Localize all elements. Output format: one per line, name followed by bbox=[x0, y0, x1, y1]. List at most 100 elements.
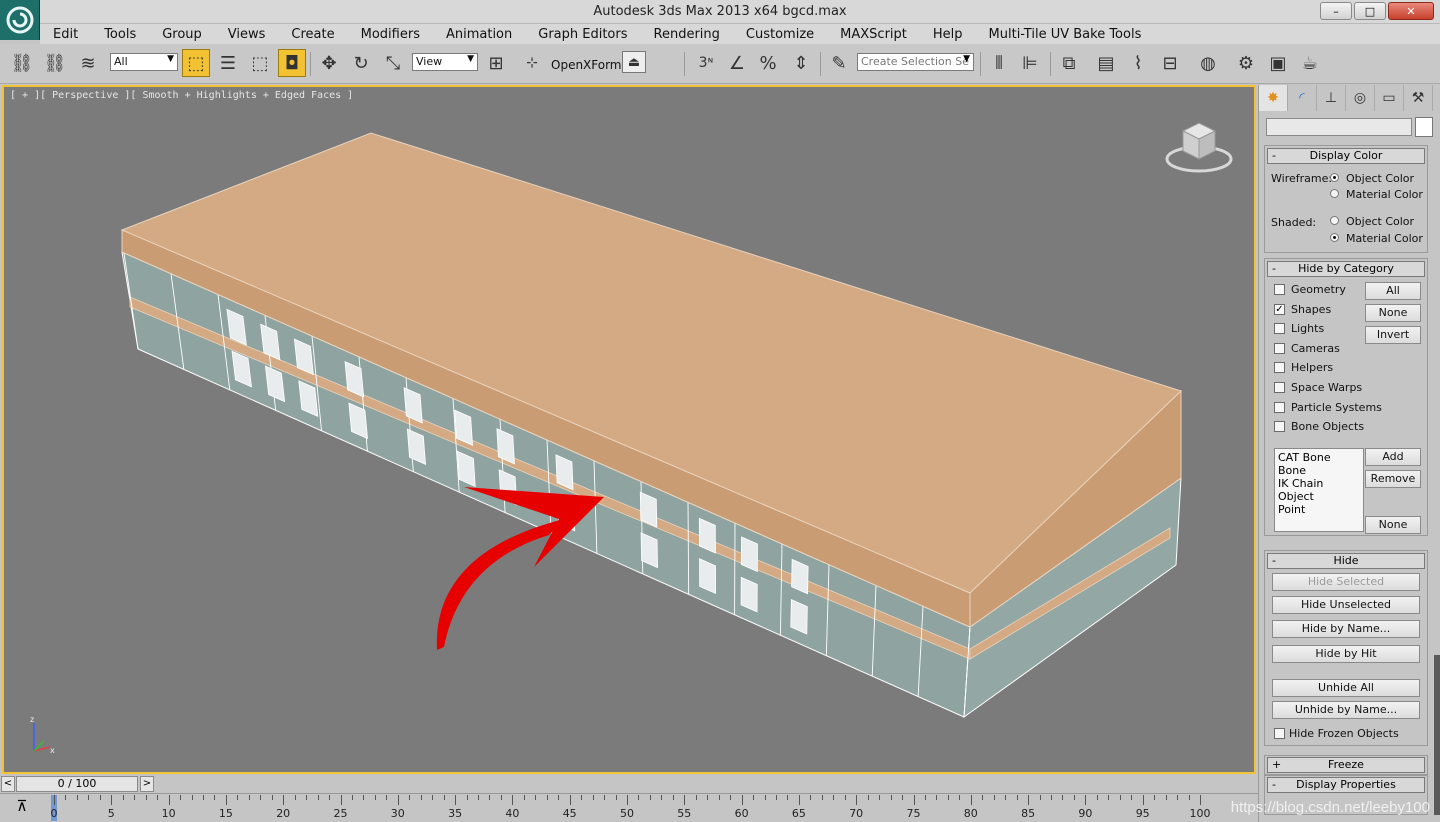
move-icon[interactable]: ✥ bbox=[315, 49, 343, 77]
minimize-button[interactable]: – bbox=[1320, 2, 1352, 20]
bind-spacewarp-icon[interactable]: ≋ bbox=[74, 49, 102, 77]
menu-tools[interactable]: Tools bbox=[91, 27, 149, 42]
menu-group[interactable]: Group bbox=[149, 27, 215, 42]
category-cameras-checkbox[interactable] bbox=[1274, 342, 1285, 354]
create-tab-icon[interactable]: ✸ bbox=[1259, 85, 1288, 111]
category-lights-checkbox[interactable] bbox=[1274, 323, 1285, 335]
shaded-material-color-radio[interactable] bbox=[1330, 233, 1339, 242]
category-geometry-checkbox[interactable] bbox=[1274, 284, 1285, 295]
ref-coord-dropdown[interactable]: View ▼ bbox=[412, 53, 478, 71]
category-geometry-label[interactable]: Geometry bbox=[1291, 283, 1346, 296]
track-bar[interactable]: 0 5 10 15 20 25 30 35 40 45 50 55 60 65 70 75 80 85 90 95 10… bbox=[0, 793, 1258, 822]
perspective-viewport[interactable]: z x [ + ][ Perspective ][ Smooth + Highl… bbox=[2, 85, 1256, 774]
freeze-header[interactable]: + Freeze bbox=[1267, 757, 1425, 773]
unhide-by-name-button[interactable]: Unhide by Name... bbox=[1272, 701, 1420, 719]
hide-by-hit-button[interactable]: Hide by Hit bbox=[1272, 645, 1420, 663]
bone-list-item[interactable]: Point bbox=[1278, 503, 1360, 516]
time-slider-thumb[interactable]: 0 / 100 bbox=[16, 776, 138, 792]
shaded-object-color-label[interactable]: Object Color bbox=[1346, 215, 1414, 228]
shaded-object-color-radio[interactable] bbox=[1330, 216, 1339, 225]
spinner-snap-icon[interactable]: ⇕ bbox=[787, 49, 815, 77]
category-helpers-label[interactable]: Helpers bbox=[1291, 361, 1333, 374]
maximize-button[interactable]: □ bbox=[1354, 2, 1386, 20]
hide-by-name-button[interactable]: Hide by Name... bbox=[1272, 620, 1420, 638]
hide-unselected-button[interactable]: Hide Unselected bbox=[1272, 596, 1420, 614]
category-bone-objects-checkbox[interactable] bbox=[1274, 421, 1285, 433]
time-prev-button[interactable]: < bbox=[1, 776, 15, 792]
hide-by-category-header[interactable]: - Hide by Category bbox=[1267, 261, 1425, 277]
select-object-icon[interactable]: ⬚ bbox=[182, 49, 210, 77]
bone-list-item[interactable]: Bone bbox=[1278, 464, 1360, 477]
category-space-warps-label[interactable]: Space Warps bbox=[1291, 381, 1362, 394]
menu-create[interactable]: Create bbox=[278, 27, 347, 42]
menu-maxscript[interactable]: MAXScript bbox=[827, 27, 920, 42]
hierarchy-tab-icon[interactable]: ⊥ bbox=[1317, 85, 1346, 111]
curve-editor-icon[interactable]: ⌇ bbox=[1124, 49, 1152, 77]
snap-3-icon[interactable]: 3ᶰ bbox=[692, 49, 720, 77]
mini-curve-editor-icon[interactable]: ⊼ bbox=[8, 797, 36, 819]
list-remove-button[interactable]: Remove bbox=[1365, 470, 1421, 488]
hide-selected-button[interactable]: Hide Selected bbox=[1272, 573, 1420, 591]
menu-modifiers[interactable]: Modifiers bbox=[348, 27, 433, 42]
menu-customize[interactable]: Customize bbox=[733, 27, 827, 42]
list-add-button[interactable]: Add bbox=[1365, 448, 1421, 466]
wireframe-material-color-label[interactable]: Material Color bbox=[1346, 188, 1423, 201]
category-shapes-label[interactable]: Shapes bbox=[1291, 303, 1331, 316]
scale-icon[interactable]: ⤡ bbox=[379, 49, 407, 77]
object-name-field[interactable] bbox=[1266, 118, 1412, 136]
rect-selection-icon[interactable]: ⬚ bbox=[246, 49, 274, 77]
menu-multi-tile-uv-bake-tools[interactable]: Multi-Tile UV Bake Tools bbox=[976, 27, 1155, 42]
menu-views[interactable]: Views bbox=[215, 27, 279, 42]
menu-edit[interactable]: Edit bbox=[40, 27, 91, 42]
openxformer-icon[interactable]: ⊹ bbox=[518, 49, 546, 77]
angle-snap-icon[interactable]: ∠ bbox=[723, 49, 751, 77]
close-button[interactable]: ✕ bbox=[1388, 2, 1434, 20]
pivot-icon[interactable]: ⊞ bbox=[482, 49, 510, 77]
menu-graph-editors[interactable]: Graph Editors bbox=[525, 27, 640, 42]
hide-frozen-checkbox[interactable] bbox=[1274, 728, 1285, 739]
modify-tab-icon[interactable]: ◜ bbox=[1288, 85, 1317, 111]
menu-rendering[interactable]: Rendering bbox=[641, 27, 733, 42]
category-shapes-checkbox[interactable]: ✓ bbox=[1274, 303, 1285, 315]
openxformer-button-icon[interactable]: ⏏ bbox=[622, 51, 646, 73]
named-selection-dropdown[interactable]: Create Selection Se ▼ bbox=[857, 53, 974, 71]
wireframe-object-color-radio[interactable] bbox=[1330, 173, 1339, 182]
bone-list-item[interactable]: CAT Bone bbox=[1278, 451, 1360, 464]
category-none-button[interactable]: None bbox=[1365, 304, 1421, 322]
menu-animation[interactable]: Animation bbox=[433, 27, 525, 42]
hide-header[interactable]: - Hide bbox=[1267, 553, 1425, 569]
bone-list-item[interactable]: IK Chain Object bbox=[1278, 477, 1360, 503]
motion-tab-icon[interactable]: ◎ bbox=[1346, 85, 1375, 111]
display-color-header[interactable]: - Display Color bbox=[1267, 148, 1425, 164]
wireframe-material-color-radio[interactable] bbox=[1330, 189, 1339, 198]
app-logo-icon[interactable] bbox=[0, 0, 40, 40]
category-lights-label[interactable]: Lights bbox=[1291, 322, 1324, 335]
category-space-warps-checkbox[interactable] bbox=[1274, 382, 1285, 393]
display-properties-header[interactable]: - Display Properties bbox=[1267, 777, 1425, 793]
display-tab-icon[interactable]: ▭ bbox=[1375, 85, 1404, 111]
align-icon[interactable]: ⊫ bbox=[1016, 49, 1044, 77]
unhide-all-button[interactable]: Unhide All bbox=[1272, 679, 1420, 697]
category-bone-objects-label[interactable]: Bone Objects bbox=[1291, 420, 1364, 433]
time-next-button[interactable]: > bbox=[140, 776, 154, 792]
category-particle-systems-label[interactable]: Particle Systems bbox=[1291, 401, 1382, 414]
percent-snap-icon[interactable]: % bbox=[754, 49, 782, 77]
schematic-icon[interactable]: ⊟ bbox=[1156, 49, 1184, 77]
category-all-button[interactable]: All bbox=[1365, 282, 1421, 300]
link-icon[interactable]: ⛓ bbox=[8, 49, 36, 77]
category-invert-button[interactable]: Invert bbox=[1365, 326, 1421, 344]
edit-named-selections-icon[interactable]: ✎ bbox=[825, 49, 853, 77]
shaded-material-color-label[interactable]: Material Color bbox=[1346, 232, 1423, 245]
layer-manager-icon[interactable]: ⧉ bbox=[1055, 49, 1083, 77]
unlink-icon[interactable]: ⛓ bbox=[41, 49, 69, 77]
category-cameras-label[interactable]: Cameras bbox=[1291, 342, 1340, 355]
hide-frozen-label[interactable]: Hide Frozen Objects bbox=[1289, 727, 1399, 740]
render-icon[interactable]: ☕ bbox=[1296, 49, 1324, 77]
utilities-tab-icon[interactable]: ⚒ bbox=[1404, 85, 1433, 111]
command-panel-scrollbar[interactable] bbox=[1434, 655, 1440, 815]
select-by-name-icon[interactable]: ☰ bbox=[214, 49, 242, 77]
graphite-icon[interactable]: ▤ bbox=[1092, 49, 1120, 77]
bone-objects-list[interactable]: CAT Bone Bone IK Chain Object Point bbox=[1274, 448, 1364, 532]
material-editor-icon[interactable]: ◍ bbox=[1194, 49, 1222, 77]
render-setup-icon[interactable]: ⚙ bbox=[1232, 49, 1260, 77]
